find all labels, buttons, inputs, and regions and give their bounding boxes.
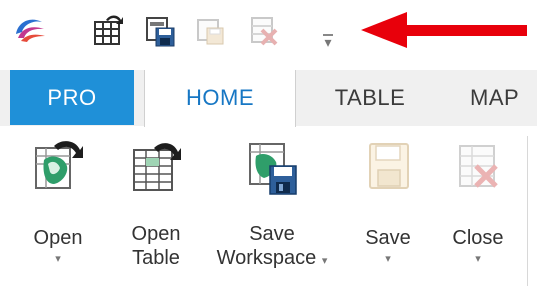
- chevron-down-icon: ▾: [385, 253, 391, 265]
- close-label: Close: [452, 227, 504, 249]
- ribbon-home-panel: Open ▾ Open Table Save Workspace ▾ Save …: [0, 126, 537, 291]
- open-table-large-icon: [133, 143, 181, 191]
- save-workspace-button[interactable]: Save Workspace ▾: [202, 126, 342, 273]
- save-button[interactable]: Save ▾: [352, 126, 424, 266]
- open-table-button[interactable]: Open Table: [114, 126, 198, 270]
- close-disabled-icon[interactable]: [248, 12, 280, 48]
- annotation-arrow: [361, 12, 527, 48]
- chevron-down-icon: ▾: [55, 253, 61, 265]
- close-button[interactable]: Close ▾: [436, 126, 520, 266]
- tab-pro[interactable]: PRO: [10, 70, 134, 125]
- chevron-down-icon: ▾: [324, 34, 332, 50]
- group-divider: [527, 136, 528, 286]
- chevron-down-icon: ▾: [321, 255, 328, 267]
- save-workspace-label-line1: Save: [249, 223, 295, 245]
- save-label: Save: [365, 227, 411, 249]
- tab-map[interactable]: MAP: [470, 70, 537, 126]
- save-workspace-icon[interactable]: [144, 12, 176, 48]
- save-floppy-disabled-icon: [369, 143, 409, 189]
- save-workspace-large-icon: [249, 143, 297, 195]
- save-disabled-icon[interactable]: [195, 12, 227, 48]
- open-table-label-line2: Table: [132, 247, 180, 269]
- close-table-disabled-icon: [459, 145, 498, 188]
- open-label: Open: [33, 227, 83, 249]
- ribbon-tab-strip: PRO HOME TABLE MAP: [0, 70, 537, 127]
- open-button[interactable]: Open ▾: [22, 126, 94, 266]
- open-table-icon[interactable]: [92, 12, 124, 48]
- app-logo-icon[interactable]: [12, 12, 48, 48]
- chevron-down-icon: ▾: [475, 253, 481, 265]
- save-workspace-label-line2: Workspace: [216, 247, 317, 269]
- tab-home[interactable]: HOME: [144, 70, 296, 127]
- open-table-label-line1: Open: [131, 223, 181, 245]
- open-workspace-icon: [35, 141, 83, 189]
- tab-table[interactable]: TABLE: [310, 70, 430, 126]
- customize-toolbar-button[interactable]: ▾: [317, 30, 339, 50]
